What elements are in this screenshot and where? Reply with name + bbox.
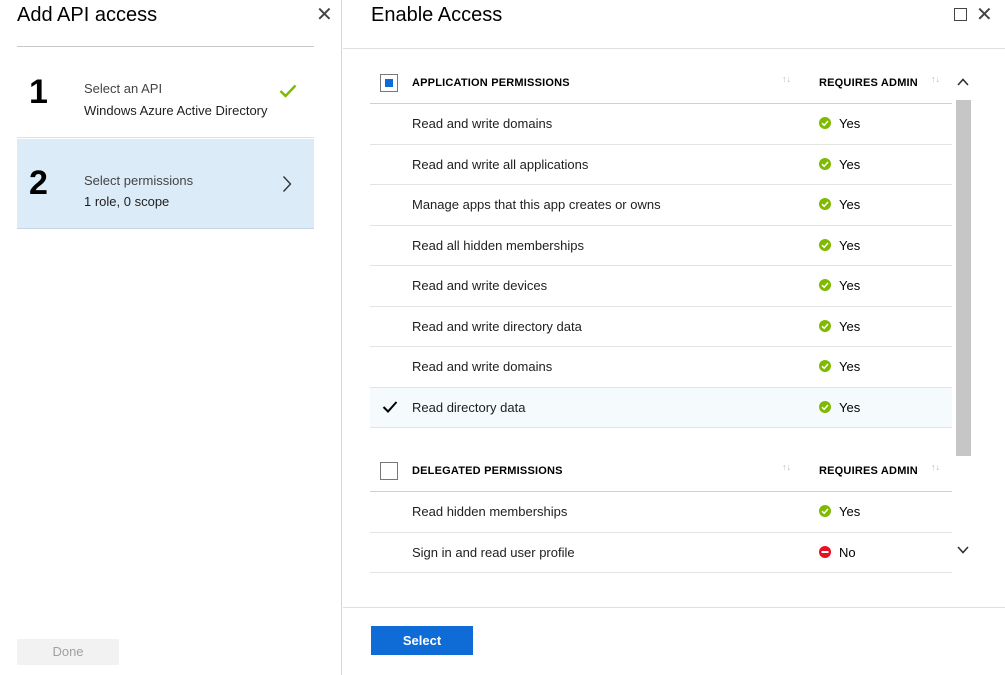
requires-admin-value: Yes	[839, 278, 861, 293]
step-number: 1	[29, 73, 48, 111]
permission-row[interactable]: Read and write domains Yes	[370, 104, 952, 145]
checkmark-icon	[279, 84, 297, 98]
step-title: Select permissions	[84, 173, 194, 188]
sort-icon[interactable]: ↑↓	[931, 74, 940, 84]
column-header: REQUIRES ADMIN	[819, 77, 918, 89]
add-api-access-blade: Add API access ✕ 1 Select an API Windows…	[0, 0, 342, 675]
permission-label: Read and write domains	[412, 116, 553, 131]
column-header: APPLICATION PERMISSIONS	[412, 77, 570, 89]
chevron-up-icon[interactable]	[957, 78, 969, 86]
permission-label: Read hidden memberships	[412, 504, 568, 519]
requires-admin-value: Yes	[839, 116, 861, 131]
select-all-delegated-checkbox[interactable]	[380, 462, 398, 480]
sort-icon[interactable]: ↑↓	[782, 74, 791, 84]
permission-row[interactable]: Read and write all applications Yes	[370, 145, 952, 185]
red-minus-circle-icon	[819, 545, 831, 558]
requires-admin-value: Yes	[839, 359, 861, 374]
permissions-table: APPLICATION PERMISSIONS ↑↓ REQUIRES ADMI…	[370, 63, 952, 573]
permission-row[interactable]: Read and write domains Yes	[370, 347, 952, 388]
scrollbar-thumb[interactable]	[956, 100, 971, 456]
requires-admin-value: Yes	[839, 197, 861, 212]
green-check-circle-icon	[819, 319, 831, 332]
requires-admin-value: Yes	[839, 237, 861, 253]
green-check-circle-icon	[819, 400, 831, 413]
blade-title: Add API access	[17, 4, 158, 26]
delegated-permissions-header: DELEGATED PERMISSIONS ↑↓ REQUIRES ADMIN …	[370, 451, 952, 492]
requires-admin-value: Yes	[839, 318, 861, 334]
permission-label: Manage apps that this app creates or own…	[412, 197, 661, 212]
column-header: DELEGATED PERMISSIONS	[412, 465, 563, 477]
green-check-circle-icon	[819, 157, 831, 170]
permission-label: Read and write all applications	[412, 156, 589, 172]
green-check-circle-icon	[819, 117, 831, 129]
permission-row[interactable]: Read all hidden memberships Yes	[370, 226, 952, 266]
requires-admin-value: Yes	[839, 156, 861, 172]
permission-row[interactable]: Read and write directory data Yes	[370, 307, 952, 347]
permission-label: Read and write directory data	[412, 318, 582, 334]
requires-admin-value: Yes	[839, 399, 861, 415]
step-subtitle: 1 role, 0 scope	[84, 194, 170, 209]
done-button[interactable]: Done	[17, 639, 119, 665]
green-check-circle-icon	[819, 360, 831, 372]
permission-label: Read directory data	[412, 399, 526, 415]
step-select-permissions[interactable]: 2 Select permissions 1 role, 0 scope	[17, 139, 314, 229]
vertical-scrollbar[interactable]	[953, 70, 973, 578]
green-check-circle-icon	[819, 505, 831, 517]
step-select-api[interactable]: 1 Select an API Windows Azure Active Dir…	[17, 48, 314, 138]
sort-icon[interactable]: ↑↓	[931, 462, 940, 472]
checkmark-icon[interactable]	[382, 400, 398, 414]
select-all-application-checkbox[interactable]	[380, 74, 398, 92]
step-number: 2	[29, 164, 48, 202]
green-check-circle-icon	[819, 198, 831, 210]
enable-access-blade: Enable Access ✕ APPLICATION PERMISSIONS …	[343, 0, 1005, 675]
column-header: REQUIRES ADMIN	[819, 465, 918, 477]
sort-icon[interactable]: ↑↓	[782, 462, 791, 472]
divider	[343, 48, 1005, 49]
chevron-right-icon	[282, 176, 292, 192]
permission-row[interactable]: Manage apps that this app creates or own…	[370, 185, 952, 226]
maximize-icon[interactable]	[954, 8, 967, 21]
chevron-down-icon[interactable]	[957, 546, 969, 554]
divider	[343, 607, 1005, 608]
green-check-circle-icon	[819, 279, 831, 291]
permission-label: Read all hidden memberships	[412, 237, 584, 253]
requires-admin-value: Yes	[839, 504, 861, 519]
divider	[17, 46, 314, 47]
permission-label: Sign in and read user profile	[412, 544, 575, 560]
application-permissions-header: APPLICATION PERMISSIONS ↑↓ REQUIRES ADMI…	[370, 63, 952, 104]
permission-label: Read and write domains	[412, 359, 553, 374]
permission-row[interactable]: Sign in and read user profile No	[370, 533, 952, 573]
close-icon[interactable]: ✕	[316, 4, 333, 26]
green-check-circle-icon	[819, 238, 831, 251]
permission-label: Read and write devices	[412, 278, 548, 293]
blade-title: Enable Access	[371, 4, 503, 26]
requires-admin-value: No	[839, 544, 856, 560]
select-button[interactable]: Select	[371, 626, 473, 655]
step-title: Select an API	[84, 81, 163, 96]
close-icon[interactable]: ✕	[976, 4, 993, 26]
permission-row-selected[interactable]: Read directory data Yes	[370, 387, 952, 428]
permission-row[interactable]: Read and write devices Yes	[370, 266, 952, 307]
permission-row[interactable]: Read hidden memberships Yes	[370, 492, 952, 533]
step-subtitle: Windows Azure Active Directory	[84, 103, 268, 118]
